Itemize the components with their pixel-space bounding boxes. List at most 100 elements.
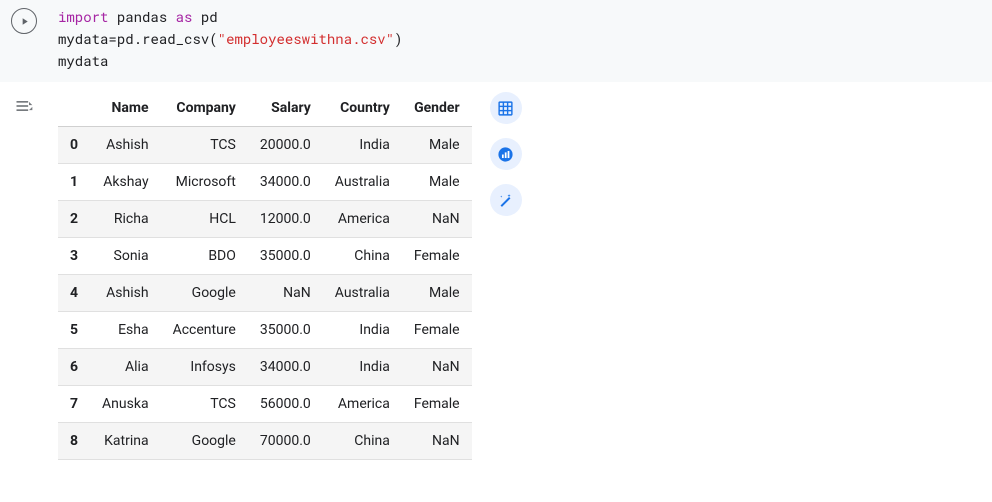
paren-close: ) [394, 29, 402, 48]
cell: Google [161, 423, 248, 460]
cell: China [323, 238, 402, 275]
cell: Male [402, 127, 472, 164]
output-body: Name Company Salary Country Gender 0 Ash… [48, 90, 522, 460]
row-index: 2 [58, 201, 90, 238]
col-header: Company [161, 90, 248, 127]
cell: Male [402, 275, 472, 312]
cell: 34000.0 [248, 164, 323, 201]
row-index: 8 [58, 423, 90, 460]
cell: China [323, 423, 402, 460]
row-index: 3 [58, 238, 90, 275]
cell: Ashish [90, 275, 161, 312]
eq: = [108, 29, 116, 48]
cell: India [323, 312, 402, 349]
dataframe-action-column [490, 90, 522, 216]
table-row: 4 Ashish Google NaN Australia Male [58, 275, 472, 312]
cell: Australia [323, 164, 402, 201]
table-row: 1 Akshay Microsoft 34000.0 Australia Mal… [58, 164, 472, 201]
table-header-row: Name Company Salary Country Gender [58, 90, 472, 127]
module-name: pandas [117, 7, 167, 26]
row-index: 5 [58, 312, 90, 349]
view-table-button[interactable] [490, 92, 522, 124]
cell: Male [402, 164, 472, 201]
row-index: 6 [58, 349, 90, 386]
cell: NaN [402, 349, 472, 386]
dataframe-table: Name Company Salary Country Gender 0 Ash… [58, 90, 472, 460]
paren-open: ( [209, 29, 217, 48]
cell: Anuska [90, 386, 161, 423]
table-row: 5 Esha Accenture 35000.0 India Female [58, 312, 472, 349]
code-editor[interactable]: import pandas as pd mydata=pd.read_csv("… [48, 6, 992, 72]
obj: pd [117, 29, 134, 48]
view-chart-button[interactable] [490, 138, 522, 170]
col-header: Gender [402, 90, 472, 127]
cell: 20000.0 [248, 127, 323, 164]
table-row: 8 Katrina Google 70000.0 China NaN [58, 423, 472, 460]
cell: Akshay [90, 164, 161, 201]
alias-name: pd [201, 7, 218, 26]
keyword-import: import [58, 7, 108, 26]
cell: Alia [90, 349, 161, 386]
code-input-area: import pandas as pd mydata=pd.read_csv("… [0, 0, 992, 82]
cell: 35000.0 [248, 238, 323, 275]
table-row: 2 Richa HCL 12000.0 America NaN [58, 201, 472, 238]
suggest-code-button[interactable] [490, 184, 522, 216]
table-row: 7 Anuska TCS 56000.0 America Female [58, 386, 472, 423]
toggle-output-button[interactable] [12, 94, 36, 118]
table-row: 3 Sonia BDO 35000.0 China Female [58, 238, 472, 275]
cell: Microsoft [161, 164, 248, 201]
expr: mydata [58, 51, 108, 70]
col-header: Salary [248, 90, 323, 127]
dot: . [134, 29, 142, 48]
keyword-as: as [176, 7, 193, 26]
string-literal: "employeeswithna.csv" [218, 29, 394, 48]
cell: BDO [161, 238, 248, 275]
cell: 34000.0 [248, 349, 323, 386]
cell: TCS [161, 127, 248, 164]
toggle-output-icon [14, 96, 34, 116]
play-icon [19, 16, 30, 27]
col-header: Name [90, 90, 161, 127]
cell: Katrina [90, 423, 161, 460]
cell: Australia [323, 275, 402, 312]
cell: Sonia [90, 238, 161, 275]
cell: Google [161, 275, 248, 312]
col-header: Country [323, 90, 402, 127]
cell: India [323, 349, 402, 386]
table-icon [497, 100, 514, 117]
cell: 70000.0 [248, 423, 323, 460]
cell: Esha [90, 312, 161, 349]
cell: Female [402, 238, 472, 275]
row-index: 0 [58, 127, 90, 164]
run-cell-button[interactable] [11, 8, 37, 34]
magic-wand-icon [497, 192, 514, 209]
row-index: 4 [58, 275, 90, 312]
cell: Accenture [161, 312, 248, 349]
cell: America [323, 201, 402, 238]
cell: 56000.0 [248, 386, 323, 423]
table-corner [58, 90, 90, 127]
var-name: mydata [58, 29, 108, 48]
cell: NaN [402, 201, 472, 238]
cell: America [323, 386, 402, 423]
cell: NaN [402, 423, 472, 460]
cell: 12000.0 [248, 201, 323, 238]
row-index: 1 [58, 164, 90, 201]
cell: TCS [161, 386, 248, 423]
cell: Infosys [161, 349, 248, 386]
cell: HCL [161, 201, 248, 238]
row-index: 7 [58, 386, 90, 423]
cell: India [323, 127, 402, 164]
bar-chart-icon [497, 146, 514, 163]
table-row: 6 Alia Infosys 34000.0 India NaN [58, 349, 472, 386]
cell: Female [402, 386, 472, 423]
table-row: 0 Ashish TCS 20000.0 India Male [58, 127, 472, 164]
cell: Female [402, 312, 472, 349]
output-area: Name Company Salary Country Gender 0 Ash… [0, 82, 992, 460]
gutter [0, 6, 48, 72]
fn-name: read_csv [142, 29, 209, 48]
cell: Ashish [90, 127, 161, 164]
cell: Richa [90, 201, 161, 238]
output-gutter [0, 90, 48, 460]
cell: 35000.0 [248, 312, 323, 349]
